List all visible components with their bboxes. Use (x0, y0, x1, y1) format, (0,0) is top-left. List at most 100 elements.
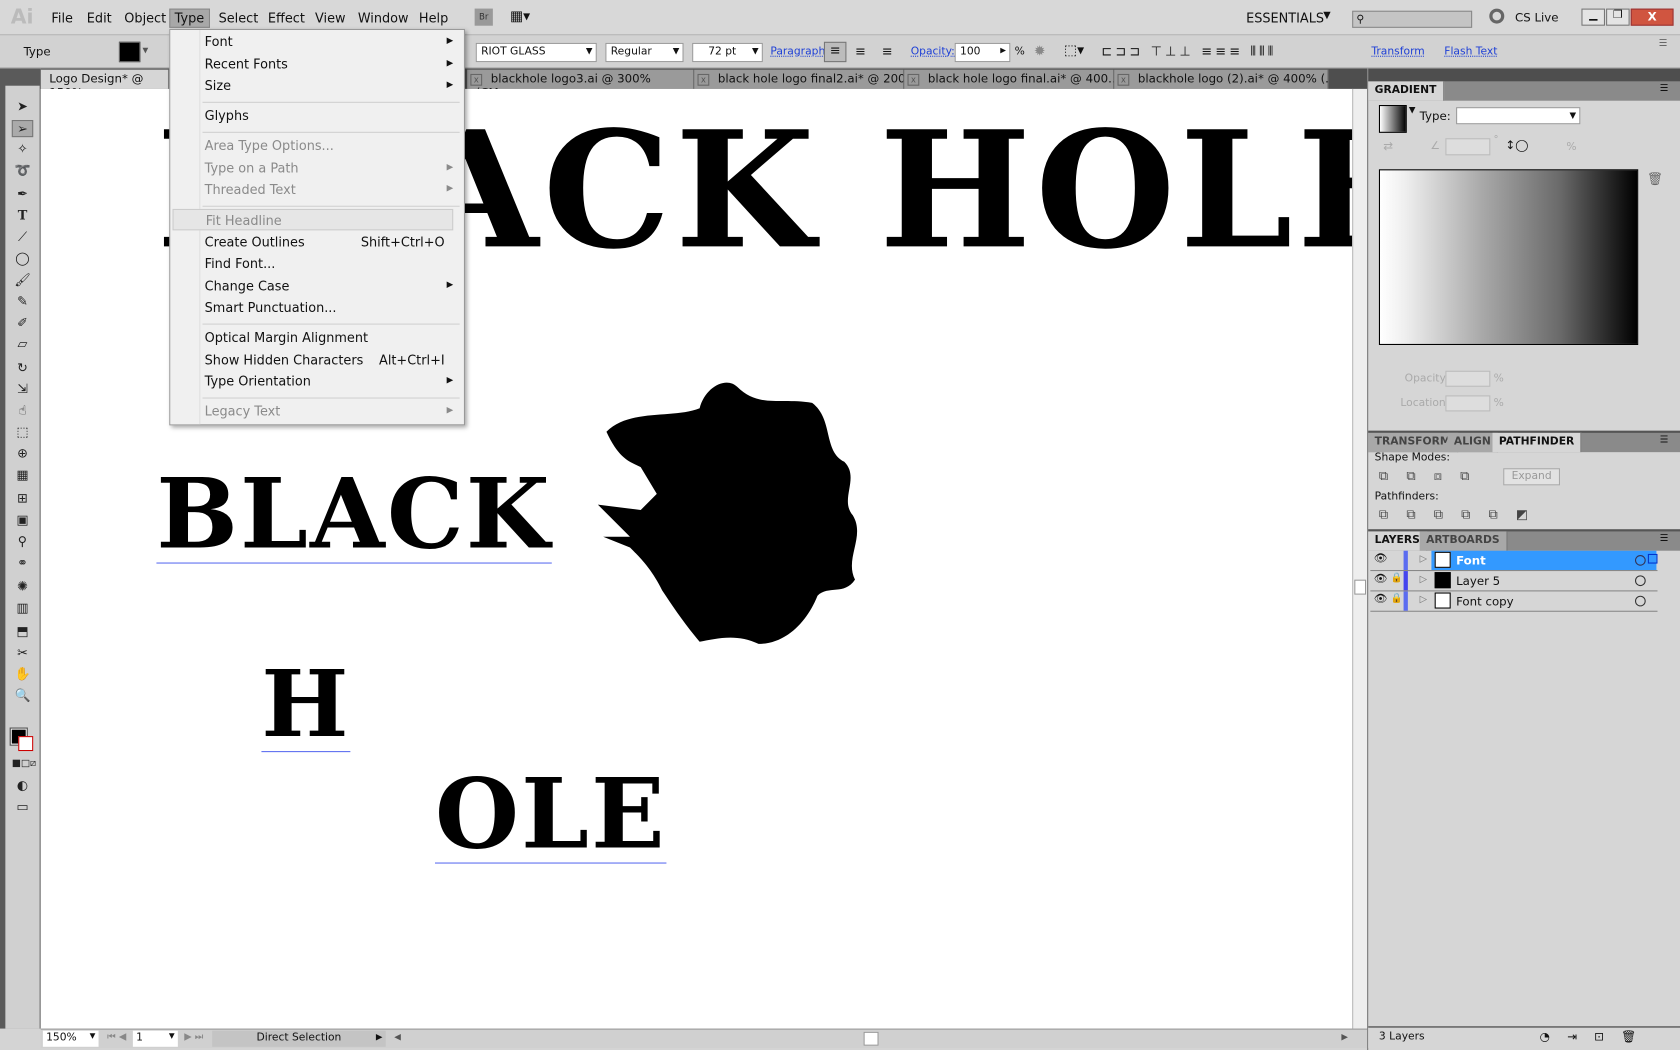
type-tool-icon[interactable]: T (12, 208, 33, 225)
target-circle-icon[interactable] (1635, 575, 1646, 587)
menu-item-recent-fonts[interactable]: Recent Fonts ▶ (205, 54, 454, 75)
pen-tool-icon[interactable]: ✒ (12, 186, 33, 203)
tab-artboards[interactable]: ARTBOARDS (1419, 531, 1508, 551)
layer-row-font-copy[interactable]: 👁 🔒 ▷ Font copy (1370, 591, 1658, 612)
panel-menu-icon[interactable]: ☰ (1660, 84, 1669, 95)
tab-blackhole-logo3[interactable]: xblackhole logo3.ai @ 300% (CM... (467, 69, 695, 100)
symbol-sprayer-tool-icon[interactable]: ✺ (12, 579, 33, 596)
slice-tool-icon[interactable]: ✂ (12, 645, 33, 662)
first-artboard-button[interactable]: ⏮ ◀ (107, 1032, 126, 1043)
close-button[interactable]: X (1630, 8, 1674, 26)
target-circle-icon[interactable] (1635, 555, 1646, 566)
perspective-grid-tool-icon[interactable]: ▦ (12, 467, 33, 484)
opacity-field[interactable]: 100 ▶ (954, 42, 1011, 63)
menu-item-show-hidden-characters[interactable]: Show Hidden Characters Alt+Ctrl+I (205, 349, 454, 370)
search-input[interactable]: ⚲ (1352, 10, 1473, 28)
layer-row-font[interactable]: 👁 ▷ Font (1370, 550, 1658, 572)
menu-file[interactable]: File (47, 10, 77, 27)
visibility-eye-icon[interactable]: 👁 (1374, 553, 1388, 565)
menu-type[interactable]: Type (169, 8, 210, 28)
tab-align[interactable]: ALIGN (1447, 432, 1499, 453)
hand-tool-icon[interactable]: ✋ (12, 666, 33, 683)
align-center-button[interactable]: ≡ (855, 44, 866, 59)
menu-item-find-font[interactable]: Find Font... (205, 253, 454, 274)
scroll-thumb[interactable] (1354, 579, 1367, 595)
opacity-link[interactable]: Opacity: (911, 46, 955, 58)
screen-mode-icon[interactable]: ▭ (12, 799, 33, 816)
menu-item-smart-punctuation[interactable]: Smart Punctuation... (205, 297, 454, 318)
layer-row-layer-5[interactable]: 👁 🔒 ▷ Layer 5 (1370, 571, 1658, 592)
eyedropper-tool-icon[interactable]: ⚲ (12, 534, 33, 551)
scroll-left-icon[interactable]: ◀ (394, 1032, 401, 1042)
scroll-right-icon[interactable]: ▶ (1341, 1032, 1348, 1042)
expand-triangle-icon[interactable]: ▷ (1420, 595, 1427, 606)
menu-item-create-outlines[interactable]: Create Outlines Shift+Ctrl+O (205, 231, 454, 252)
trash-icon[interactable]: 🗑 (1647, 171, 1663, 186)
stop-location-field[interactable] (1445, 395, 1491, 412)
tab-black-hole-final[interactable]: x black hole logo final.ai* @ 400... (904, 69, 1115, 89)
menu-edit[interactable]: Edit (83, 10, 116, 27)
menu-effect[interactable]: Effect (264, 10, 310, 27)
gradient-slider[interactable] (1378, 169, 1639, 346)
close-tab-icon[interactable]: x (1117, 73, 1130, 86)
direct-selection-tool-icon[interactable]: ➢ (11, 120, 34, 138)
ellipse-tool-icon[interactable]: ◯ (12, 251, 33, 268)
workspace-switcher[interactable]: ESSENTIALS (1246, 11, 1324, 26)
arrange-documents-icon[interactable]: ▦▾ (510, 9, 530, 25)
paintbrush-tool-icon[interactable]: 🖌 (12, 272, 33, 289)
scale-tool-icon[interactable]: ⇲ (12, 381, 33, 398)
target-circle-icon[interactable] (1635, 595, 1646, 607)
menu-help[interactable]: Help (415, 10, 453, 27)
status-tool-display[interactable]: Direct Selection ▶ (212, 1030, 386, 1047)
menu-item-size[interactable]: Size ▶ (205, 75, 454, 96)
magic-wand-tool-icon[interactable]: ✧ (12, 141, 33, 158)
angle-field[interactable] (1445, 138, 1491, 156)
reverse-gradient-icon[interactable]: ⇄ (1383, 139, 1393, 153)
visibility-eye-icon[interactable]: 👁 (1374, 594, 1388, 606)
drawing-mode-icon[interactable]: ◐ (12, 778, 33, 795)
menu-item-glyphs[interactable]: Glyphs (205, 105, 454, 126)
transform-link[interactable]: Transform (1371, 46, 1424, 58)
paragraph-link[interactable]: Paragraph: (770, 46, 828, 58)
expand-triangle-icon[interactable]: ▷ (1420, 574, 1427, 585)
close-tab-icon[interactable]: x (470, 73, 483, 86)
lock-icon[interactable]: 🔒 (1391, 594, 1403, 605)
menu-item-type-orientation[interactable]: Type Orientation ▶ (205, 371, 454, 392)
panel-menu-icon[interactable]: ☰ (1660, 435, 1669, 446)
warp-tool-icon[interactable]: ☝ (12, 403, 33, 420)
selection-tool-icon[interactable]: ➤ (12, 99, 33, 116)
gradient-type-select[interactable]: ▼ (1456, 107, 1581, 125)
recolor-icon[interactable]: ✹ (1034, 44, 1046, 60)
color-mode-icons[interactable]: ■□⧄ (12, 759, 36, 776)
tab-blackhole-logo-2[interactable]: xblackhole logo (2).ai* @ 400% (...x (1114, 69, 1329, 89)
align-right-button[interactable]: ≡ (882, 44, 893, 59)
pencil-tool-icon[interactable]: ✎ (12, 294, 33, 311)
horizontal-scroll-thumb[interactable] (863, 1031, 879, 1046)
free-transform-tool-icon[interactable]: ⬚ (12, 424, 33, 441)
artwork-letter-h[interactable]: H (261, 658, 351, 753)
black-hole-splat-artwork[interactable] (597, 376, 909, 655)
column-graph-tool-icon[interactable]: ▥ (12, 600, 33, 617)
expand-button[interactable]: Expand (1503, 468, 1561, 486)
menu-object[interactable]: Object (120, 10, 170, 27)
menu-view[interactable]: View (311, 10, 350, 27)
artwork-word-ole[interactable]: OLE (435, 766, 667, 864)
artboard-tool-icon[interactable]: ⬒ (12, 624, 33, 641)
mesh-tool-icon[interactable]: ⊞ (12, 491, 33, 508)
bridge-button[interactable]: Br (474, 8, 493, 26)
menu-item-font[interactable]: Font ▶ (205, 31, 454, 52)
line-tool-icon[interactable]: ⟋ (12, 229, 33, 246)
layer-action-buttons[interactable]: ◔⇥⊡🗑 (1540, 1030, 1654, 1044)
chevron-down-icon[interactable]: ▼ (1409, 105, 1416, 115)
layer-name[interactable]: Layer 5 (1456, 574, 1500, 588)
close-tab-icon[interactable]: x (697, 73, 710, 86)
font-style-select[interactable]: Regular ▼ (605, 42, 684, 63)
artwork-word-black[interactable]: BLACK (156, 466, 552, 564)
blob-brush-tool-icon[interactable]: ✐ (12, 315, 33, 332)
rotate-tool-icon[interactable]: ↻ (12, 360, 33, 377)
minimize-button[interactable]: ▁ (1581, 8, 1606, 26)
tab-logo-design[interactable]: Logo Design* @ 150% (40, 69, 170, 100)
menu-select[interactable]: Select (214, 10, 262, 27)
shape-mode-buttons[interactable]: ⧉⧉⧈⧉ (1379, 468, 1488, 484)
shape-builder-tool-icon[interactable]: ⊕ (12, 446, 33, 463)
